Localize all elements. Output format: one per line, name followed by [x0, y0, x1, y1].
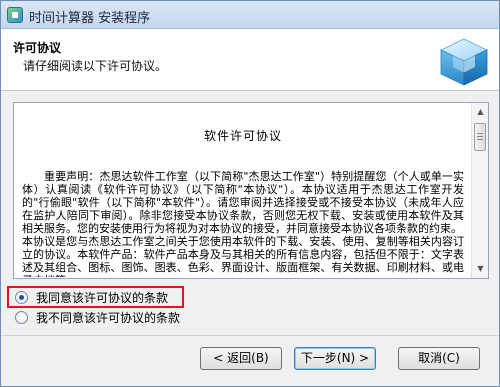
scroll-up-arrow-icon[interactable]: ▲: [473, 104, 488, 120]
installer-window: 时间计算器 安装程序 许可协议 请仔细阅读以下许可协议。 软件许可协议 重要声明…: [0, 0, 500, 387]
cancel-button[interactable]: 取消(C): [398, 347, 480, 370]
license-text-box[interactable]: 软件许可协议 重要声明：杰思达软件工作室（以下简称"杰思达工作室"）特别提醒您（…: [13, 102, 489, 279]
title-bar[interactable]: 时间计算器 安装程序: [1, 1, 499, 29]
license-paragraph: 重要声明：杰思达软件工作室（以下简称"杰思达工作室"）特别提醒您（个人或单一实体…: [22, 170, 464, 235]
page-subtitle: 请仔细阅读以下许可协议。: [23, 59, 168, 73]
license-scrollbar[interactable]: ▲ ▼: [471, 103, 488, 278]
window-title: 时间计算器 安装程序: [29, 11, 151, 26]
license-paragraph: 本协议是您与杰思达工作室之间关于您使用本软件的下载、安装、使用、复制等相关内容订…: [22, 235, 464, 277]
back-button[interactable]: < 返回(B): [200, 347, 282, 370]
accept-radio[interactable]: [15, 290, 28, 304]
decline-label[interactable]: 我不同意该许可协议的条款: [36, 309, 180, 326]
app-icon: [7, 7, 23, 23]
accept-option[interactable]: 我同意该许可协议的条款: [15, 288, 168, 306]
scroll-thumb[interactable]: [474, 123, 486, 151]
scroll-down-arrow-icon[interactable]: ▼: [473, 261, 488, 277]
setup-cube-icon: [440, 38, 488, 86]
next-button[interactable]: 下一步(N) >: [294, 347, 376, 370]
decline-option[interactable]: 我不同意该许可协议的条款: [15, 308, 180, 326]
decline-radio[interactable]: [15, 310, 28, 324]
page-title: 许可协议: [13, 41, 62, 55]
accept-label[interactable]: 我同意该许可协议的条款: [36, 289, 168, 306]
footer-divider: [1, 335, 499, 336]
license-content: 软件许可协议 重要声明：杰思达软件工作室（以下简称"杰思达工作室"）特别提醒您（…: [22, 111, 464, 277]
wizard-header: 许可协议 请仔细阅读以下许可协议。: [1, 29, 499, 91]
license-title: 软件许可协议: [203, 129, 282, 143]
